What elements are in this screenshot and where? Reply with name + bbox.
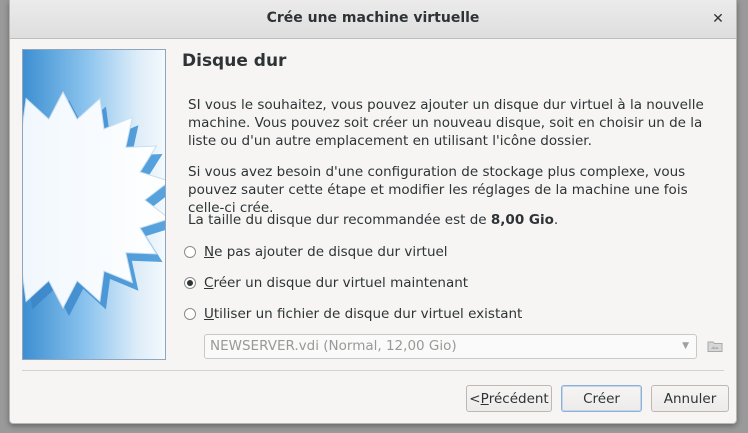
cancel-button[interactable]: Annuler <box>651 385 729 412</box>
recommended-size-text: La taille du disque dur recommandée est … <box>188 211 728 229</box>
advanced-storage-paragraph: Si vous avez besoin d'une configuration … <box>188 164 688 216</box>
button-separator <box>22 370 724 371</box>
page-title: Disque dur <box>182 51 287 71</box>
radio-no-disk-label: Ne pas ajouter de disque dur virtuel <box>204 244 448 260</box>
radio-no-disk[interactable]: Ne pas ajouter de disque dur virtuel <box>184 243 448 261</box>
starburst-seal-icon <box>23 90 165 316</box>
radio-create-disk-label: Créer un disque dur virtuel maintenant <box>204 275 469 291</box>
existing-disk-value: NEWSERVER.vdi (Normal, 12,00 Gio) <box>210 338 457 354</box>
seal-face <box>23 90 165 310</box>
existing-disk-select[interactable]: NEWSERVER.vdi (Normal, 12,00 Gio) ▼ <box>204 334 697 359</box>
radio-existing-disk-label: Utiliser un fichier de disque dur virtue… <box>204 306 523 322</box>
radio-button-selected[interactable] <box>184 277 196 289</box>
dialog-window: Crée une machine virtuelle ✕ Disque dur … <box>9 0 737 424</box>
intro-paragraph: SI vous le souhaitez, vous pouvez ajoute… <box>188 97 704 149</box>
folder-icon <box>707 341 723 352</box>
previous-button[interactable]: < Précédent <box>466 385 552 412</box>
radio-existing-disk[interactable]: Utiliser un fichier de disque dur virtue… <box>184 305 522 323</box>
window-title: Crée une machine virtuelle <box>266 10 480 26</box>
recommended-size-suffix: . <box>553 212 559 228</box>
choose-disk-file-button[interactable] <box>707 338 723 354</box>
close-button[interactable]: ✕ <box>708 9 728 29</box>
recommended-size-value: 8,00 Gio <box>490 212 554 228</box>
radio-create-disk[interactable]: Créer un disque dur virtuel maintenant <box>184 274 468 292</box>
recommended-size-prefix: La taille du disque dur recommandée est … <box>188 212 491 228</box>
wizard-banner-image <box>22 49 166 360</box>
title-bar[interactable]: Crée une machine virtuelle ✕ <box>10 0 736 39</box>
chevron-down-icon: ▼ <box>682 341 689 351</box>
radio-button[interactable] <box>184 246 196 258</box>
close-icon: ✕ <box>712 11 724 27</box>
radio-button[interactable] <box>184 308 196 320</box>
create-button[interactable]: Créer <box>561 385 642 412</box>
